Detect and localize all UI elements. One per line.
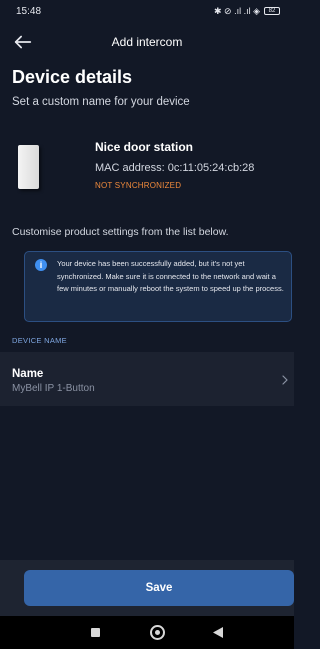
device-name: Nice door station xyxy=(95,140,194,154)
status-icons: ✱ ⊘ .ıl .ıl ◈ 82 xyxy=(214,6,280,17)
back-triangle-icon[interactable] xyxy=(212,626,224,639)
app-header: Add intercom xyxy=(0,28,294,56)
device-name-row[interactable]: Name MyBell IP 1-Button xyxy=(0,352,294,406)
status-bar: 15:48 ✱ ⊘ .ıl .ıl ◈ 82 xyxy=(0,0,294,22)
battery-icon: 82 xyxy=(264,7,280,15)
device-mac-address: MAC address: 0c:11:05:24:cb:28 xyxy=(95,162,255,174)
section-title: Device details xyxy=(12,67,133,87)
system-nav-bar xyxy=(0,616,294,649)
info-banner-text: Your device has been successfully added,… xyxy=(57,259,284,293)
footer: Save xyxy=(0,560,294,616)
sync-status-badge: NOT SYNCHRONIZED xyxy=(95,181,182,190)
section-subtitle: Set a custom name for your device xyxy=(12,96,190,108)
chevron-right-icon xyxy=(282,375,288,385)
device-name-section-header: DEVICE NAME xyxy=(12,336,67,345)
info-banner: i Your device has been successfully adde… xyxy=(24,251,292,322)
customise-instructions: Customise product settings from the list… xyxy=(12,226,229,238)
device-name-label: Name xyxy=(12,368,44,380)
status-time: 15:48 xyxy=(16,5,42,17)
save-button[interactable]: Save xyxy=(24,570,294,606)
home-icon[interactable] xyxy=(150,625,165,640)
device-name-value: MyBell IP 1-Button xyxy=(12,383,95,394)
info-icon: i xyxy=(35,259,47,271)
device-image xyxy=(18,145,39,189)
page-title: Add intercom xyxy=(111,35,183,49)
status-icons-text: ✱ ⊘ .ıl .ıl ◈ xyxy=(213,5,260,16)
arrow-left-icon[interactable] xyxy=(12,31,34,53)
recent-apps-icon[interactable] xyxy=(91,628,100,637)
